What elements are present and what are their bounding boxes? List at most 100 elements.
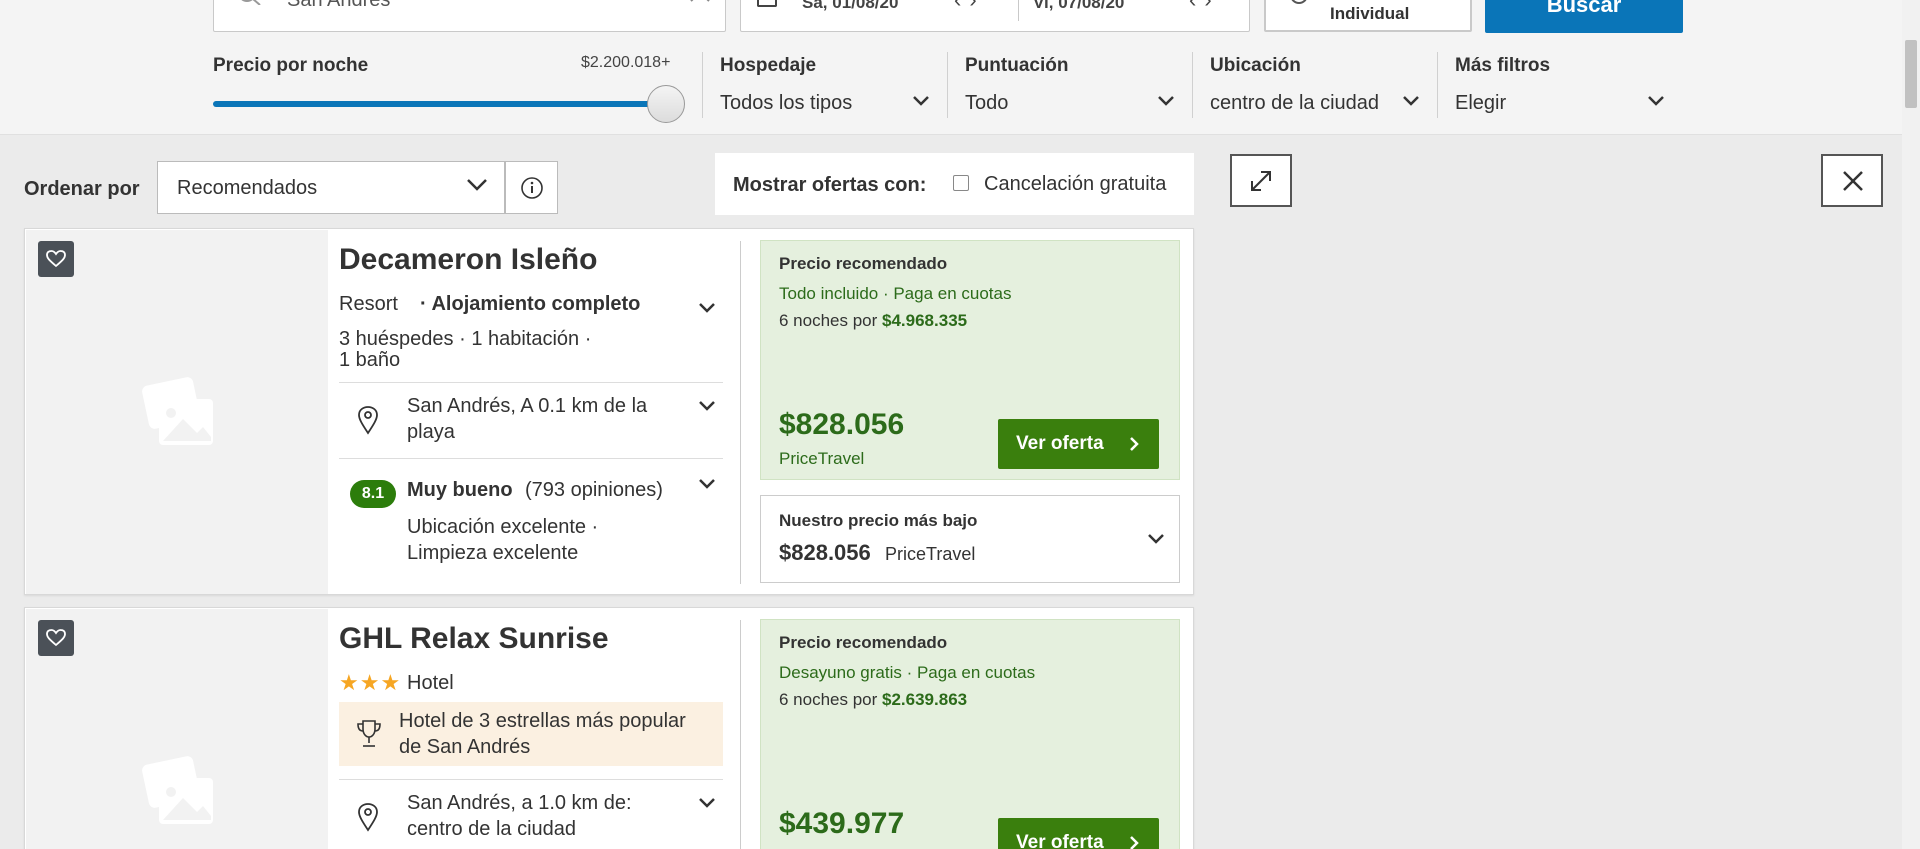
popular-badge: Hotel de 3 estrellas más popular de San … — [339, 702, 723, 766]
sort-select[interactable]: Recomendados — [157, 161, 505, 214]
filter-more-value: Elegir — [1455, 92, 1507, 114]
filter-location-value: centro de la ciudad — [1210, 92, 1380, 114]
view-offer-button[interactable]: Ver oferta — [998, 419, 1159, 469]
scrollbar-thumb[interactable] — [1905, 40, 1917, 108]
hotel-location-line2: centro de la ciudad — [407, 818, 577, 840]
checkin-prev-next-arrows[interactable]: ‹› — [954, 0, 985, 13]
image-placeholder-icon — [142, 377, 213, 445]
hotel-name[interactable]: Decameron Isleño — [339, 243, 597, 277]
recommended-nights: 6 noches por $2.639.863 — [779, 690, 968, 709]
info-icon — [521, 177, 543, 199]
heart-icon — [46, 629, 66, 647]
chevron-down-icon — [912, 94, 930, 112]
chevron-down-icon[interactable] — [1147, 532, 1165, 550]
search-button[interactable]: Buscar — [1485, 0, 1683, 33]
chevron-down-icon[interactable] — [698, 301, 716, 319]
price-filter-label: Precio por noche — [213, 55, 369, 76]
chevron-down-icon — [1402, 94, 1420, 112]
guests-label: Individual — [1330, 4, 1410, 23]
recommended-features: Desayuno gratis · Paga en cuotas — [779, 663, 1036, 682]
price-filter-max: $2.200.018+ — [581, 54, 671, 71]
hotel-card[interactable]: Decameron Isleño Resort · Alojamiento co… — [24, 228, 1194, 595]
destination-search-input[interactable]: San Andrés — [213, 0, 726, 32]
review-count[interactable]: (793 opiniones) — [525, 477, 663, 503]
price-slider-handle[interactable] — [647, 85, 685, 123]
offers-filter: Mostrar ofertas con: Cancelación gratuit… — [715, 153, 1194, 215]
clear-icon[interactable] — [689, 0, 711, 8]
filter-more[interactable]: Más filtros Elegir — [1437, 52, 1682, 120]
location-pin-icon — [357, 405, 379, 440]
price-slider-track[interactable] — [213, 101, 665, 107]
favorite-button[interactable] — [38, 241, 74, 277]
filter-location[interactable]: Ubicación centro de la ciudad — [1192, 52, 1437, 120]
lowest-price: $828.056 — [779, 540, 871, 565]
filter-rating-label: Puntuación — [965, 55, 1069, 76]
filter-rating-value: Todo — [965, 92, 1009, 114]
review-score-label: Muy bueno — [407, 479, 513, 501]
lowest-price-label: Nuestro precio más bajo — [779, 511, 978, 530]
recommended-price: $828.056 — [779, 408, 905, 441]
hotel-type: Hotel — [407, 672, 454, 694]
hotel-image-placeholder[interactable] — [26, 230, 328, 594]
popular-badge-line1: Hotel de 3 estrellas más popular — [399, 710, 686, 732]
chevron-right-icon — [1130, 437, 1139, 451]
recommended-price-panel: Precio recomendado Desayuno gratis · Pag… — [760, 619, 1180, 849]
location-pin-icon — [357, 802, 379, 837]
review-score-badge: 8.1 — [350, 480, 396, 508]
recommended-price: $439.977 — [779, 807, 905, 840]
sort-value: Recomendados — [177, 177, 318, 199]
hotel-card[interactable]: GHL Relax Sunrise ★★★ Hotel Hotel de 3 e… — [24, 607, 1194, 849]
filter-lodging[interactable]: Hospedaje Todos los tipos — [702, 52, 947, 120]
filter-more-label: Más filtros — [1455, 55, 1551, 76]
hotel-name[interactable]: GHL Relax Sunrise — [339, 622, 609, 656]
checkout-prev-next-arrows[interactable]: ‹› — [1189, 0, 1220, 13]
lowest-price-panel[interactable]: Nuestro precio más bajo $828.056 PriceTr… — [760, 495, 1180, 583]
free-cancellation-label[interactable]: Cancelación gratuita — [984, 173, 1166, 196]
recommended-features: Todo incluido · Paga en cuotas — [779, 284, 1012, 303]
hotel-location-line1: San Andrés, A 0.1 km de la — [407, 395, 648, 417]
view-offer-button[interactable]: Ver oferta — [998, 818, 1159, 849]
person-icon — [1290, 0, 1308, 4]
chevron-down-icon — [466, 178, 488, 197]
expand-icon — [1251, 171, 1271, 191]
free-cancellation-checkbox[interactable] — [953, 175, 969, 191]
recommended-nights: 6 noches por $4.968.335 — [779, 311, 968, 330]
scrollbar[interactable] — [1902, 0, 1920, 849]
sort-info-button[interactable] — [505, 161, 558, 214]
filter-rating[interactable]: Puntuación Todo — [947, 52, 1192, 120]
chevron-down-icon — [1647, 94, 1665, 112]
filter-lodging-label: Hospedaje — [720, 55, 817, 76]
destination-value: San Andrés — [287, 0, 391, 11]
hotel-location-line2: playa — [407, 421, 455, 443]
lowest-price-provider: PriceTravel — [885, 544, 976, 564]
search-header: San Andrés 1 Sá, 01/08/20 ‹› Vi, 07/08/2… — [0, 0, 1920, 135]
recommended-price-panel: Precio recomendado Todo incluido · Paga … — [760, 240, 1180, 480]
offers-label: Mostrar ofertas con: — [733, 174, 927, 196]
expand-map-button[interactable] — [1230, 154, 1292, 207]
chevron-down-icon[interactable] — [698, 399, 716, 417]
chevron-down-icon[interactable] — [698, 477, 716, 495]
hotel-image-placeholder[interactable] — [26, 609, 328, 849]
close-icon — [1843, 171, 1863, 191]
checkout-date[interactable]: Vi, 07/08/20 — [1033, 0, 1124, 13]
favorite-button[interactable] — [38, 620, 74, 656]
chevron-right-icon — [1130, 836, 1139, 849]
chevron-down-icon[interactable] — [698, 796, 716, 814]
filter-lodging-value: Todos los tipos — [720, 92, 853, 114]
hotel-type-extra: · Alojamiento completo — [420, 293, 641, 315]
hotel-location-line1: San Andrés, a 1.0 km de: — [407, 792, 632, 814]
guests-selector[interactable]: Individual — [1264, 0, 1472, 32]
recommended-provider: PriceTravel — [779, 449, 865, 468]
hotel-type: Resort — [339, 293, 398, 315]
recommended-price-label: Precio recomendado — [779, 633, 948, 652]
filter-location-label: Ubicación — [1210, 55, 1301, 76]
trophy-icon — [355, 719, 383, 754]
search-icon — [238, 0, 262, 10]
sort-label: Ordenar por — [24, 178, 140, 200]
calendar-icon: 1 — [757, 0, 777, 7]
close-map-button[interactable] — [1821, 154, 1883, 207]
checkin-date[interactable]: Sá, 01/08/20 — [802, 0, 898, 13]
star-rating: ★★★ — [339, 670, 402, 695]
hotel-rooms-line2: 1 baño — [339, 349, 401, 371]
date-picker[interactable]: 1 Sá, 01/08/20 ‹› Vi, 07/08/20 ‹› — [740, 0, 1250, 32]
